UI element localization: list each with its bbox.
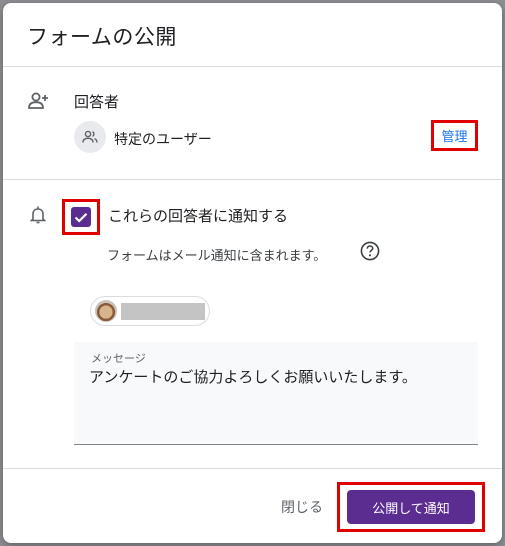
divider (3, 66, 502, 67)
recipient-name-redacted (121, 303, 205, 320)
access-setting-text: 特定のユーザー (114, 132, 212, 148)
recipient-chip[interactable] (90, 296, 210, 326)
message-label: メッセージ (91, 352, 146, 365)
add-person-icon (28, 92, 48, 109)
publish-and-notify-button[interactable]: 公開して通知 (347, 490, 475, 524)
message-input[interactable] (89, 367, 469, 385)
notify-checkbox[interactable] (71, 207, 91, 227)
dialog-title: フォームの公開 (27, 25, 177, 49)
notify-info-text: フォームはメール通知に含まれます。 (107, 249, 327, 264)
respondents-label: 回答者 (74, 93, 120, 111)
publish-button-highlight: 公開して通知 (337, 482, 485, 532)
notify-checkbox-highlight[interactable] (62, 199, 100, 235)
manage-link[interactable]: 管理 (441, 126, 467, 145)
group-icon (82, 130, 98, 143)
bell-icon (30, 206, 46, 224)
notify-checkbox-label[interactable]: これらの回答者に通知する (108, 205, 288, 226)
help-icon[interactable] (360, 241, 380, 261)
divider (3, 468, 502, 469)
recipient-avatar (95, 300, 117, 322)
divider (3, 179, 502, 180)
publish-form-dialog: フォームの公開 回答者 特定のユーザー 管理 これらの回答者に通知する フォーム… (3, 3, 502, 543)
close-button[interactable]: 閉じる (275, 493, 329, 521)
checkmark-icon (74, 212, 88, 223)
manage-button[interactable]: 管理 (431, 120, 478, 151)
message-field[interactable]: メッセージ (74, 342, 478, 445)
